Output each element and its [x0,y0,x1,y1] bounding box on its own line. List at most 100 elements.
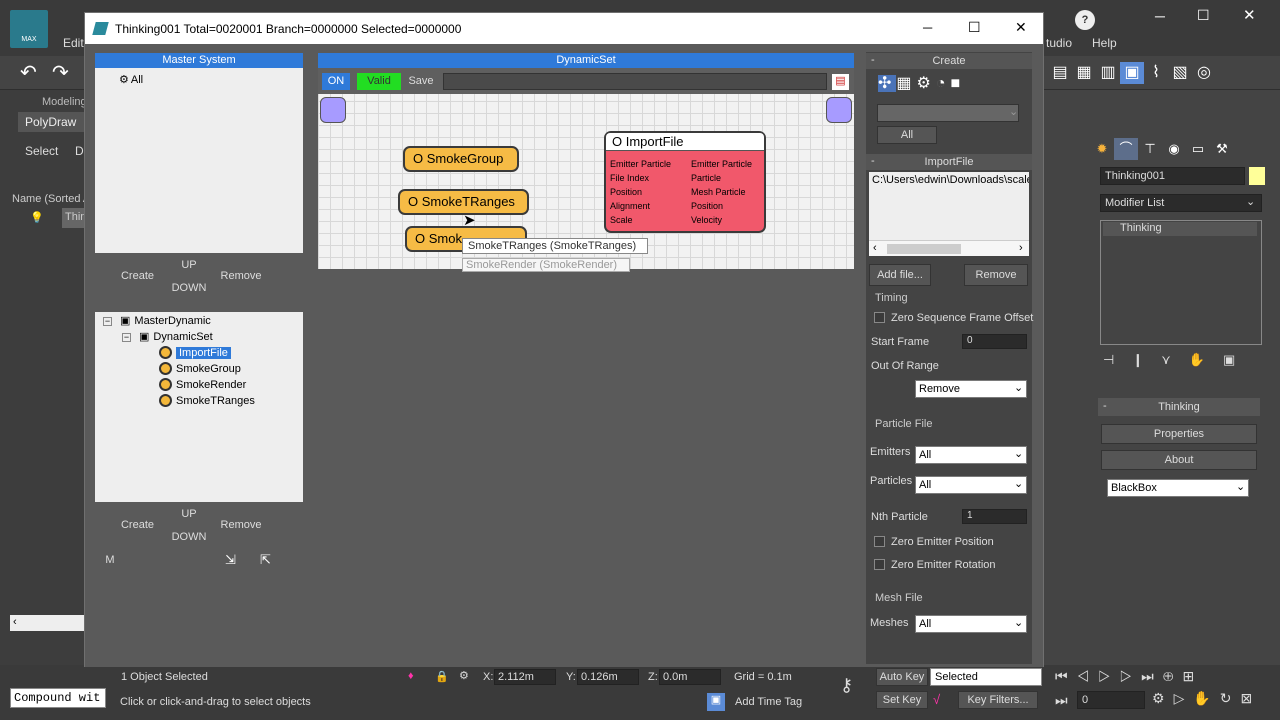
polydraw-tab[interactable]: PolyDraw [18,112,84,132]
x-coordinate-field[interactable]: 2.112m [494,669,556,685]
pan-icon[interactable]: ✋ [1193,690,1219,706]
node-graph-canvas[interactable]: DynamicSet ON Valid Save ▤ O SmokeGroup … [318,53,854,272]
properties-button[interactable]: Properties [1101,424,1257,444]
delete-node-icon[interactable]: ▦ [896,75,916,92]
auto-key-button[interactable]: Auto Key [876,668,928,686]
tree-leaf-importfile[interactable]: ImportFile [159,345,231,361]
field-of-view-icon[interactable]: ▷ [1174,690,1194,706]
tree-create-button[interactable]: Create [115,515,160,535]
max-logo[interactable]: MAX [10,10,48,48]
particles-dropdown[interactable]: All [915,476,1027,494]
configure-icon[interactable]: ▣ [1223,352,1253,367]
window-minimize-button[interactable]: ─ [923,20,932,35]
checkbox-icon[interactable] [874,559,885,570]
import-input[interactable]: Scale [610,213,671,227]
window-close-button[interactable]: ✕ [1015,19,1027,36]
display-tab-icon[interactable]: ▭ [1186,138,1210,160]
utilities-tab-icon[interactable]: ⚒ [1210,138,1234,160]
collapse-icon[interactable]: − [122,333,131,342]
toolbar-icon-1[interactable]: ▤ [1048,62,1072,84]
import-output[interactable]: Particle [691,171,752,185]
isolate-icon[interactable]: ♦ [408,670,414,682]
zoom-icon[interactable]: ⊕ [1163,668,1183,684]
y-coordinate-field[interactable]: 0.126m [577,669,639,685]
nth-particle-spinner[interactable]: 1 [962,509,1027,524]
all-item[interactable]: ⚙ All [119,73,143,86]
key-icon[interactable]: ⚷ [840,675,853,696]
toolbar-icon-4[interactable]: ▣ [1120,62,1144,84]
maximize-viewport-icon[interactable]: ⊠ [1241,690,1262,706]
import-input[interactable]: Position [610,185,671,199]
modify-tab-icon[interactable]: ⌒ [1114,138,1138,160]
motion-tab-icon[interactable]: ◉ [1162,138,1186,160]
tree-child[interactable]: − ▣ DynamicSet [122,329,213,345]
goto-start-icon[interactable]: ⏮ [1055,668,1077,684]
all-button[interactable]: All [877,126,937,144]
on-button[interactable]: ON [322,73,350,90]
set-key-curve-icon[interactable]: √ [933,692,940,707]
window-maximize-button[interactable]: ☐ [968,19,981,36]
out-of-range-dropdown[interactable]: Remove [915,380,1027,398]
tree-remove-button[interactable]: Remove [217,515,265,535]
time-config-icon[interactable]: ⚙ [1152,690,1174,706]
modeling-tab[interactable]: Modeling [42,96,87,108]
checkbox-icon[interactable] [874,312,885,323]
zero-emitter-position-checkbox[interactable]: Zero Emitter Position [874,536,994,548]
key-mode-icon[interactable]: ⏭ [1055,692,1068,709]
import-input[interactable]: Emitter Particle [610,157,671,171]
remove-modifier-icon[interactable]: ✋ [1189,352,1223,367]
valid-button[interactable]: Valid [357,73,401,90]
name-sorted-header[interactable]: Name (Sorted A [12,193,90,205]
current-frame-field[interactable]: 0 [1077,691,1145,709]
app-minimize-icon[interactable]: ─ [1155,8,1165,24]
hierarchy-tab-icon[interactable]: ⊤ [1138,138,1162,160]
import-output[interactable]: Velocity [691,213,752,227]
input-port[interactable] [320,97,346,123]
export-icon[interactable]: ⇲ [225,552,245,572]
scroll-area[interactable] [10,615,86,631]
scene-item[interactable]: Thin [62,208,86,228]
app-maximize-icon[interactable]: ☐ [1197,7,1210,24]
maxscript-listener[interactable]: Compound wit [10,688,106,708]
app-close-icon[interactable]: ✕ [1243,6,1256,24]
collapse-icon[interactable]: - [871,155,875,167]
select-menu[interactable]: Select [25,144,58,158]
master-system-header[interactable]: Master System [95,53,303,68]
tree-leaf-smokerender[interactable]: SmokeRender [159,377,246,393]
object-color-swatch[interactable] [1249,167,1265,185]
graph-options-icon[interactable]: ▤ [832,74,849,90]
show-end-result-icon[interactable]: ❙ [1132,352,1161,367]
menu-edit[interactable]: Edit [63,36,84,50]
add-node-icon[interactable]: ✣ [878,75,897,92]
set-key-button[interactable]: Set Key [876,691,928,709]
create-dropdown[interactable] [877,104,1019,122]
master-remove-button[interactable]: Remove [217,266,265,286]
add-time-tag[interactable]: Add Time Tag [735,696,802,708]
import-output[interactable]: Mesh Particle [691,185,752,199]
query-icon[interactable]: ◔ [936,75,951,92]
file-list-hscroll[interactable]: ‹ › [869,240,1029,256]
save-button[interactable]: Save [406,73,436,90]
scroll-left-icon[interactable]: ‹ [873,242,877,254]
import-output[interactable]: Position [691,199,752,213]
prev-frame-icon[interactable]: ◁ [1077,668,1099,684]
play-icon[interactable]: ▷ [1098,668,1120,684]
create-tab-icon[interactable]: ✹ [1090,138,1114,160]
key-filters-button[interactable]: Key Filters... [958,691,1038,709]
curve-editor-icon[interactable]: ⌇ [1144,62,1168,84]
scroll-thumb[interactable] [887,244,961,254]
master-down-button[interactable]: DOWN [169,278,209,298]
master-up-button[interactable]: UP [169,255,209,275]
zero-emitter-rotation-checkbox[interactable]: Zero Emitter Rotation [874,559,996,571]
emitters-dropdown[interactable]: All [915,446,1027,464]
menu-studio[interactable]: tudio [1046,36,1072,50]
toolbar-icon-6[interactable]: ▧ [1168,62,1192,84]
collapse-icon[interactable]: - [871,54,875,66]
cube-icon[interactable]: ■ [951,75,966,92]
window-titlebar[interactable]: Thinking001 Total=0020001 Branch=0000000… [85,13,1043,44]
tree-up-button[interactable]: UP [169,504,209,524]
collapse-icon[interactable]: − [103,317,112,326]
bulb-icon[interactable]: 💡 [30,211,44,224]
blackbox-dropdown[interactable]: BlackBox [1107,479,1249,497]
master-create-button[interactable]: Create [115,266,160,286]
